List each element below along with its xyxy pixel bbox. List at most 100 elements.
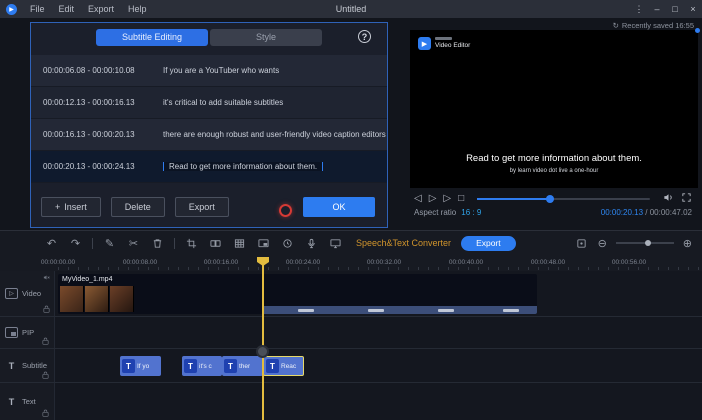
video-track-icon: ▷ — [5, 288, 18, 299]
ok-button[interactable]: OK — [303, 197, 375, 217]
subtitle-list: 00:00:06.08 - 00:00:10.08 If you are a Y… — [31, 55, 387, 183]
edit-icon[interactable]: ✎ — [102, 235, 117, 251]
text-track-label: Text — [22, 397, 36, 406]
maximize-button[interactable]: □ — [666, 0, 684, 18]
tab-style[interactable]: Style — [210, 29, 322, 46]
keyframe-icon[interactable] — [574, 235, 589, 251]
export-subtitles-button[interactable]: Export — [175, 197, 229, 217]
video-clip-label: MyVideo_1.mp4 — [62, 276, 112, 283]
ruler-label: 00:00:32.00 — [367, 259, 401, 266]
more-options-icon[interactable]: ⋮ — [630, 0, 648, 18]
history-icon: ↻ — [613, 21, 619, 30]
fullscreen-icon[interactable] — [681, 192, 692, 206]
subtitle-track: T Subtitle T If yo T it's c T ther — [0, 349, 702, 383]
tab-subtitle-editing[interactable]: Subtitle Editing — [96, 29, 208, 46]
redo-icon[interactable]: ↷ — [68, 235, 83, 251]
undo-icon[interactable]: ↶ — [44, 235, 59, 251]
red-highlight-icon — [279, 204, 292, 217]
lock-icon[interactable] — [42, 337, 49, 345]
delete-button[interactable]: Delete — [111, 197, 165, 217]
lock-icon[interactable] — [42, 409, 49, 417]
subtitle-clip-selected[interactable]: T Reac — [263, 356, 304, 376]
subtitle-row[interactable]: 00:00:12.13 - 00:00:16.13 it's critical … — [31, 87, 387, 119]
zoom-out-icon[interactable]: ⊖ — [598, 237, 607, 250]
menu-file[interactable]: File — [23, 4, 52, 14]
insert-button[interactable]: +Insert — [41, 197, 101, 217]
video-thumbnail — [110, 286, 134, 312]
next-frame-button[interactable]: ▷ — [443, 194, 451, 204]
subtitle-clip[interactable]: T If yo — [120, 356, 161, 376]
timeline-tracks: ▷ Video MyVideo_1.mp4 — [0, 271, 702, 420]
minimize-button[interactable]: – — [648, 0, 666, 18]
seek-slider[interactable] — [477, 198, 650, 200]
ruler-label: 00:00:48.00 — [531, 259, 565, 266]
volume-icon[interactable] — [663, 192, 674, 206]
ruler-label: 00:00:16.00 — [204, 259, 238, 266]
close-button[interactable]: × — [684, 0, 702, 18]
pip-track-icon — [5, 327, 18, 338]
playhead[interactable] — [262, 257, 264, 420]
timeline-toolbar: ↶ ↷ ✎ ✂ — [0, 231, 702, 255]
lock-icon[interactable] — [42, 371, 49, 379]
voiceover-mic-icon[interactable] — [304, 235, 319, 251]
seek-knob[interactable] — [546, 195, 554, 203]
titlebar: ▶ File Edit Export Help Untitled ⋮ – □ × — [0, 0, 702, 18]
mute-icon[interactable] — [43, 274, 50, 281]
timeline-ruler[interactable]: 00:00:00.00 00:00:08.00 00:00:16.00 00:0… — [0, 255, 702, 271]
preview-caption-main: Read to get more information about them. — [410, 153, 698, 164]
cut-icon[interactable]: ✂ — [126, 235, 141, 251]
subtitle-panel-footer: +Insert Delete Export OK — [41, 196, 375, 218]
subtitle-text-input[interactable]: Read to get more information about them. — [163, 162, 323, 171]
watermark-logo-icon: ▶ — [418, 37, 431, 50]
toolbar-divider — [174, 238, 175, 249]
timeline-section: ↶ ↷ ✎ ✂ — [0, 230, 702, 420]
speech-text-converter-button[interactable]: Speech&Text Converter — [356, 238, 451, 248]
subtitle-row[interactable]: 00:00:16.13 - 00:00:20.13 there are enou… — [31, 119, 387, 151]
duration-icon[interactable] — [280, 235, 295, 251]
burned-subtitle-marker — [503, 309, 519, 312]
zoom-slider-knob[interactable] — [645, 240, 651, 246]
burned-subtitle-marker — [298, 309, 314, 312]
crop-icon[interactable] — [184, 235, 199, 251]
stop-button[interactable]: □ — [458, 194, 464, 204]
timeline-export-button[interactable]: Export — [461, 236, 516, 251]
subtitle-clip[interactable]: T ther — [222, 356, 263, 376]
subtitle-row[interactable]: 00:00:06.08 - 00:00:10.08 If you are a Y… — [31, 55, 387, 87]
transition-icon[interactable] — [208, 235, 223, 251]
pip-icon[interactable] — [256, 235, 271, 251]
window-controls: ⋮ – □ × — [630, 0, 702, 18]
subtitle-row-selected[interactable]: 00:00:20.13 - 00:00:24.13 Read to get mo… — [31, 151, 387, 183]
video-track-header: ▷ Video — [0, 271, 55, 316]
subtitle-clip-icon: T — [224, 359, 237, 373]
ruler-label: 00:00:24.00 — [286, 259, 320, 266]
video-clip[interactable]: MyVideo_1.mp4 — [58, 274, 537, 314]
record-screen-icon[interactable] — [328, 235, 343, 251]
lock-icon[interactable] — [43, 305, 50, 313]
subtitle-timecode: 00:00:16.13 - 00:00:20.13 — [31, 130, 159, 139]
toolbar-divider — [92, 238, 93, 249]
subtitle-text: If you are a YouTuber who wants — [159, 66, 387, 75]
previous-frame-button[interactable]: ◁ — [414, 194, 422, 204]
text-track-icon: T — [5, 396, 18, 407]
playhead-grip[interactable] — [256, 345, 269, 358]
aspect-ratio-value[interactable]: 16 : 9 — [461, 208, 481, 217]
zoom-in-icon[interactable]: ⊕ — [683, 237, 692, 250]
timeline-zoom-controls: ⊖ ⊕ — [574, 235, 692, 251]
subtitle-timecode: 00:00:12.13 - 00:00:16.13 — [31, 98, 159, 107]
subtitle-clip[interactable]: T it's c — [182, 356, 222, 376]
subtitle-track-header: T Subtitle — [0, 349, 55, 382]
preview-handle-dot — [695, 28, 700, 33]
menu-edit[interactable]: Edit — [52, 4, 82, 14]
menu-export[interactable]: Export — [81, 4, 121, 14]
play-button[interactable]: ▷ — [429, 194, 437, 204]
timeline-zoom-slider[interactable] — [616, 242, 674, 244]
aspect-ratio-label: Aspect ratio — [414, 208, 456, 217]
window-title: Untitled — [336, 4, 367, 14]
app-window: ▶ File Edit Export Help Untitled ⋮ – □ ×… — [0, 0, 702, 420]
mosaic-icon[interactable] — [232, 235, 247, 251]
subtitle-clip-icon: T — [122, 359, 135, 373]
menu-help[interactable]: Help — [121, 4, 154, 14]
trash-icon[interactable] — [150, 235, 165, 251]
help-button[interactable]: ? — [358, 30, 371, 43]
video-track: ▷ Video MyVideo_1.mp4 — [0, 271, 702, 317]
